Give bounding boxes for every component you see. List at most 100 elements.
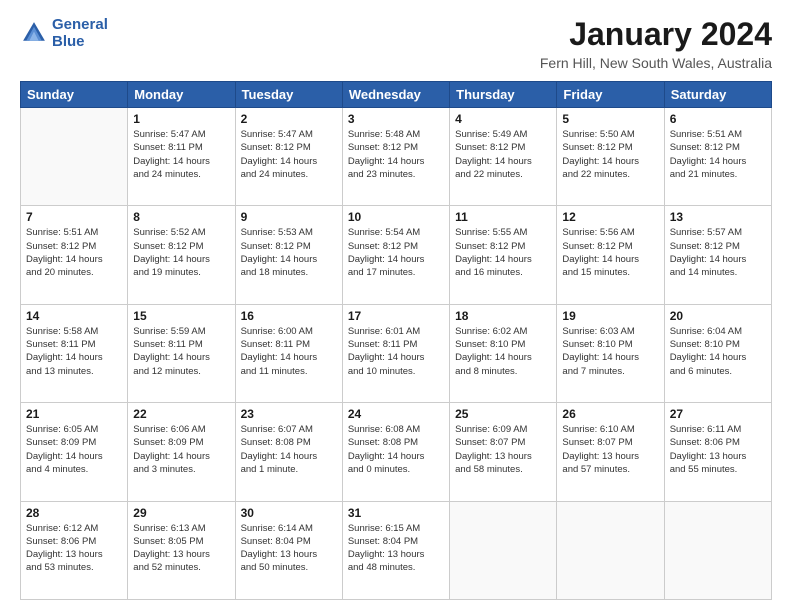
day-number: 10 [348,210,444,224]
calendar-cell: 15 Sunrise: 5:59 AM Sunset: 8:11 PM Dayli… [128,304,235,402]
day-info: Sunrise: 5:47 AM Sunset: 8:11 PM Dayligh… [133,128,229,181]
day-number: 13 [670,210,766,224]
calendar-cell: 4Sunrise: 5:49 AM Sunset: 8:12 PM Daylig… [450,108,557,206]
day-info: Sunrise: 5:55 AM Sunset: 8:12 PM Dayligh… [455,226,551,279]
day-info: Sunrise: 5:50 AM Sunset: 8:12 PM Dayligh… [562,128,658,181]
calendar-cell [557,501,664,599]
day-info: Sunrise: 5:52 AM Sunset: 8:12 PM Dayligh… [133,226,229,279]
day-number: 17 [348,309,444,323]
day-info: Sunrise: 6:10 AM Sunset: 8:07 PM Dayligh… [562,423,658,476]
calendar-cell: 6Sunrise: 5:51 AM Sunset: 8:12 PM Daylig… [664,108,771,206]
calendar-cell: 20 Sunrise: 6:04 AM Sunset: 8:10 PM Dayli… [664,304,771,402]
day-info: Sunrise: 6:06 AM Sunset: 8:09 PM Dayligh… [133,423,229,476]
day-number: 2 [241,112,337,126]
main-title: January 2024 [540,16,772,53]
day-number: 7 [26,210,122,224]
day-number: 21 [26,407,122,421]
calendar-cell: 30Sunrise: 6:14 AM Sunset: 8:04 PM Dayli… [235,501,342,599]
calendar-cell: 5 Sunrise: 5:50 AM Sunset: 8:12 PM Daylig… [557,108,664,206]
day-number: 29 [133,506,229,520]
calendar-day-header: Thursday [450,82,557,108]
calendar-cell: 21 Sunrise: 6:05 AM Sunset: 8:09 PM Dayli… [21,403,128,501]
day-number: 27 [670,407,766,421]
calendar-day-header: Friday [557,82,664,108]
day-number: 9 [241,210,337,224]
day-info: Sunrise: 6:09 AM Sunset: 8:07 PM Dayligh… [455,423,551,476]
calendar-cell: 8 Sunrise: 5:52 AM Sunset: 8:12 PM Daylig… [128,206,235,304]
calendar-cell: 31 Sunrise: 6:15 AM Sunset: 8:04 PM Dayli… [342,501,449,599]
day-info: Sunrise: 5:57 AM Sunset: 8:12 PM Dayligh… [670,226,766,279]
calendar-day-header: Sunday [21,82,128,108]
day-number: 15 [133,309,229,323]
subtitle: Fern Hill, New South Wales, Australia [540,55,772,71]
calendar-day-header: Monday [128,82,235,108]
calendar-cell: 23Sunrise: 6:07 AM Sunset: 8:08 PM Dayli… [235,403,342,501]
day-number: 18 [455,309,551,323]
calendar-cell: 25 Sunrise: 6:09 AM Sunset: 8:07 PM Dayli… [450,403,557,501]
day-info: Sunrise: 5:58 AM Sunset: 8:11 PM Dayligh… [26,325,122,378]
day-number: 22 [133,407,229,421]
calendar-cell: 27 Sunrise: 6:11 AM Sunset: 8:06 PM Dayli… [664,403,771,501]
day-info: Sunrise: 5:59 AM Sunset: 8:11 PM Dayligh… [133,325,229,378]
day-info: Sunrise: 6:05 AM Sunset: 8:09 PM Dayligh… [26,423,122,476]
calendar-cell: 11Sunrise: 5:55 AM Sunset: 8:12 PM Dayli… [450,206,557,304]
day-info: Sunrise: 6:03 AM Sunset: 8:10 PM Dayligh… [562,325,658,378]
calendar-header-row: SundayMondayTuesdayWednesdayThursdayFrid… [21,82,772,108]
logo-icon [20,19,48,47]
calendar-cell: 9 Sunrise: 5:53 AM Sunset: 8:12 PM Daylig… [235,206,342,304]
day-number: 23 [241,407,337,421]
calendar-cell: 18 Sunrise: 6:02 AM Sunset: 8:10 PM Dayli… [450,304,557,402]
day-number: 5 [562,112,658,126]
day-number: 25 [455,407,551,421]
day-number: 1 [133,112,229,126]
calendar-cell: 26 Sunrise: 6:10 AM Sunset: 8:07 PM Dayli… [557,403,664,501]
day-number: 14 [26,309,122,323]
day-info: Sunrise: 5:53 AM Sunset: 8:12 PM Dayligh… [241,226,337,279]
logo: General Blue [20,16,108,50]
day-info: Sunrise: 5:47 AM Sunset: 8:12 PM Dayligh… [241,128,337,181]
day-info: Sunrise: 6:02 AM Sunset: 8:10 PM Dayligh… [455,325,551,378]
calendar-cell: 17 Sunrise: 6:01 AM Sunset: 8:11 PM Dayli… [342,304,449,402]
calendar-week-row: 1 Sunrise: 5:47 AM Sunset: 8:11 PM Daylig… [21,108,772,206]
calendar-week-row: 28Sunrise: 6:12 AM Sunset: 8:06 PM Dayli… [21,501,772,599]
calendar-week-row: 14 Sunrise: 5:58 AM Sunset: 8:11 PM Dayli… [21,304,772,402]
calendar-day-header: Tuesday [235,82,342,108]
day-number: 8 [133,210,229,224]
calendar-cell: 10 Sunrise: 5:54 AM Sunset: 8:12 PM Dayli… [342,206,449,304]
calendar-cell: 1 Sunrise: 5:47 AM Sunset: 8:11 PM Daylig… [128,108,235,206]
day-info: Sunrise: 6:11 AM Sunset: 8:06 PM Dayligh… [670,423,766,476]
calendar-cell: 29Sunrise: 6:13 AM Sunset: 8:05 PM Dayli… [128,501,235,599]
calendar-cell: 19Sunrise: 6:03 AM Sunset: 8:10 PM Dayli… [557,304,664,402]
page: General Blue January 2024 Fern Hill, New… [0,0,792,612]
header: General Blue January 2024 Fern Hill, New… [20,16,772,71]
day-info: Sunrise: 6:01 AM Sunset: 8:11 PM Dayligh… [348,325,444,378]
calendar-cell: 3 Sunrise: 5:48 AM Sunset: 8:12 PM Daylig… [342,108,449,206]
day-number: 28 [26,506,122,520]
day-number: 4 [455,112,551,126]
calendar-cell: 2 Sunrise: 5:47 AM Sunset: 8:12 PM Daylig… [235,108,342,206]
day-info: Sunrise: 6:00 AM Sunset: 8:11 PM Dayligh… [241,325,337,378]
calendar-cell: 24Sunrise: 6:08 AM Sunset: 8:08 PM Dayli… [342,403,449,501]
day-number: 20 [670,309,766,323]
day-info: Sunrise: 5:51 AM Sunset: 8:12 PM Dayligh… [26,226,122,279]
calendar-cell: 22 Sunrise: 6:06 AM Sunset: 8:09 PM Dayli… [128,403,235,501]
calendar-week-row: 21 Sunrise: 6:05 AM Sunset: 8:09 PM Dayli… [21,403,772,501]
day-info: Sunrise: 5:51 AM Sunset: 8:12 PM Dayligh… [670,128,766,181]
title-section: January 2024 Fern Hill, New South Wales,… [540,16,772,71]
day-number: 26 [562,407,658,421]
calendar-cell: 14 Sunrise: 5:58 AM Sunset: 8:11 PM Dayli… [21,304,128,402]
day-number: 24 [348,407,444,421]
day-number: 3 [348,112,444,126]
day-info: Sunrise: 5:48 AM Sunset: 8:12 PM Dayligh… [348,128,444,181]
calendar-cell: 7 Sunrise: 5:51 AM Sunset: 8:12 PM Daylig… [21,206,128,304]
day-info: Sunrise: 6:15 AM Sunset: 8:04 PM Dayligh… [348,522,444,575]
calendar-cell: 12Sunrise: 5:56 AM Sunset: 8:12 PM Dayli… [557,206,664,304]
calendar-day-header: Wednesday [342,82,449,108]
calendar-cell: 28Sunrise: 6:12 AM Sunset: 8:06 PM Dayli… [21,501,128,599]
calendar-week-row: 7 Sunrise: 5:51 AM Sunset: 8:12 PM Daylig… [21,206,772,304]
day-info: Sunrise: 5:54 AM Sunset: 8:12 PM Dayligh… [348,226,444,279]
day-number: 31 [348,506,444,520]
calendar-cell [21,108,128,206]
calendar-cell: 16Sunrise: 6:00 AM Sunset: 8:11 PM Dayli… [235,304,342,402]
day-info: Sunrise: 6:04 AM Sunset: 8:10 PM Dayligh… [670,325,766,378]
